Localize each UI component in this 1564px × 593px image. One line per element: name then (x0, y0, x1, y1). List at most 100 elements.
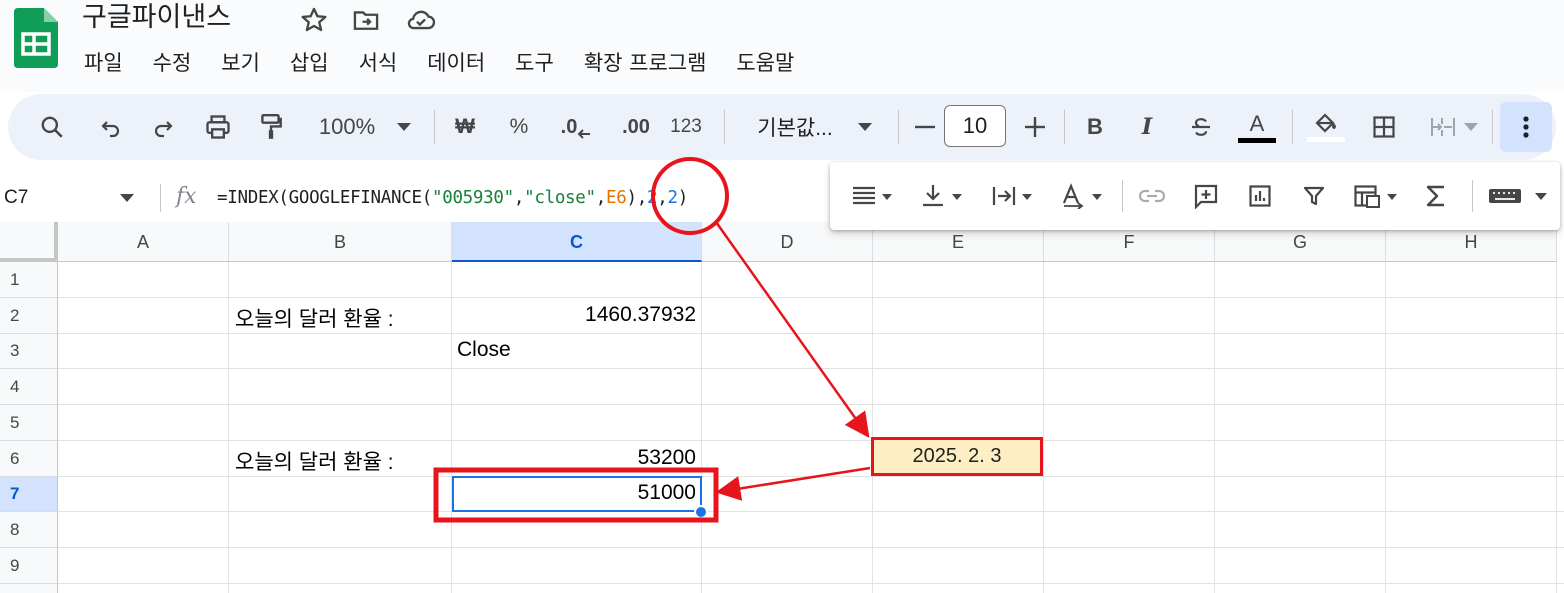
gridline (58, 440, 1564, 441)
toolbar-divider (1492, 110, 1493, 144)
gridline (58, 511, 1564, 512)
merge-cells-icon[interactable] (1422, 94, 1484, 160)
formula-number: 2 (667, 188, 678, 208)
filter-views-icon[interactable] (1346, 162, 1406, 230)
cell-c3[interactable]: Close (457, 338, 511, 362)
date-callout: 2025. 2. 3 (871, 437, 1043, 476)
toolbar-divider (434, 110, 435, 144)
column-header-c[interactable]: C (452, 222, 702, 262)
gridline (58, 476, 1564, 477)
select-all-corner[interactable] (0, 222, 58, 262)
toolbar-divider (898, 110, 899, 144)
row-header-10[interactable]: 10 (0, 584, 58, 593)
column-header-a[interactable]: A (58, 222, 229, 262)
font-caret-icon[interactable] (854, 94, 876, 160)
text-rotation-icon[interactable] (1052, 162, 1112, 230)
vertical-align-icon[interactable] (912, 162, 972, 230)
menu-insert[interactable]: 삽입 (290, 46, 329, 80)
spreadsheet-grid: A B C D E F G H 1 2 3 4 5 6 7 8 9 10 오늘의… (0, 222, 1564, 593)
menu-tools[interactable]: 도구 (515, 46, 554, 80)
decrease-decimals-label: .0 (560, 115, 578, 138)
functions-icon[interactable] (1418, 162, 1454, 230)
row-header-2[interactable]: 2 (0, 298, 58, 334)
menu-view[interactable]: 보기 (221, 46, 260, 80)
print-icon[interactable] (200, 94, 236, 160)
text-wrapping-icon[interactable] (982, 162, 1042, 230)
menu-data[interactable]: 데이터 (427, 46, 485, 80)
row-header-5[interactable]: 5 (0, 405, 58, 441)
gridline (58, 297, 1564, 298)
formula-input[interactable]: =INDEX(GOOGLEFINANCE("005930","close",E6… (217, 184, 688, 212)
fill-handle[interactable] (694, 505, 708, 519)
menu-edit[interactable]: 수정 (153, 46, 192, 80)
row-header-7[interactable]: 7 (0, 477, 58, 512)
sheets-logo-icon[interactable] (14, 8, 58, 68)
text-color-button[interactable]: A (1236, 94, 1278, 160)
gridline (58, 368, 1564, 369)
currency-format-button[interactable]: ₩ (450, 94, 480, 160)
formula-part: ) (677, 188, 689, 208)
insert-link-icon[interactable] (1132, 162, 1172, 230)
menu-file[interactable]: 파일 (84, 46, 123, 80)
cell-b2[interactable]: 오늘의 달러 환율 : (235, 303, 394, 333)
percent-format-button[interactable]: % (504, 94, 534, 160)
gridline (228, 262, 229, 593)
more-options-icon[interactable] (1500, 102, 1552, 152)
formula-number: 2 (646, 188, 658, 208)
row-header-9[interactable]: 9 (0, 548, 58, 584)
gridline (1556, 262, 1557, 593)
cell-c6[interactable]: 53200 (452, 446, 696, 470)
input-tools-icon[interactable] (1486, 162, 1552, 230)
italic-button[interactable]: I (1132, 94, 1162, 160)
insert-chart-icon[interactable] (1240, 162, 1280, 230)
decrease-decimals-button[interactable]: .0 (556, 94, 596, 160)
star-icon[interactable] (300, 6, 328, 34)
toolbar-divider (724, 110, 725, 144)
cell-c2[interactable]: 1460.37932 (452, 303, 696, 327)
font-family-select[interactable]: 기본값... (740, 94, 850, 160)
row-header-8[interactable]: 8 (0, 512, 58, 548)
row-header-4[interactable]: 4 (0, 369, 58, 405)
row-header-1[interactable]: 1 (0, 262, 58, 298)
search-menus-icon[interactable] (34, 94, 70, 160)
increase-decimals-button[interactable]: .00 (614, 94, 658, 160)
filter-icon[interactable] (1294, 162, 1334, 230)
undo-icon[interactable] (94, 94, 128, 160)
borders-icon[interactable] (1368, 94, 1400, 160)
formula-part: , (657, 188, 668, 208)
paint-bucket-icon (1315, 113, 1336, 133)
row-header-6[interactable]: 6 (0, 441, 58, 477)
insert-comment-icon[interactable] (1186, 162, 1226, 230)
formula-bar-divider (160, 184, 161, 212)
gridline (1043, 262, 1044, 593)
bold-button[interactable]: B (1080, 94, 1110, 160)
strikethrough-icon[interactable] (1184, 94, 1218, 160)
increase-font-size-icon[interactable] (1020, 94, 1050, 160)
gridline (1214, 262, 1215, 593)
redo-icon[interactable] (146, 94, 180, 160)
increase-decimals-label: .00 (622, 115, 650, 138)
paint-format-icon[interactable] (254, 94, 288, 160)
zoom-select[interactable]: 100% (308, 94, 386, 160)
font-size-input[interactable]: 10 (944, 105, 1006, 147)
document-title[interactable]: 구글파이낸스 (82, 0, 231, 36)
column-header-b[interactable]: B (229, 222, 452, 262)
cell-b6[interactable]: 오늘의 달러 환율 : (235, 446, 394, 476)
gridline (58, 333, 1564, 334)
menu-format[interactable]: 서식 (359, 46, 398, 80)
name-box-caret-icon[interactable] (120, 194, 134, 202)
text-color-letter: A (1249, 110, 1265, 136)
cloud-saved-icon[interactable] (406, 6, 436, 34)
app-header: 구글파이낸스 파일 수정 보기 삽입 서식 데이터 도구 확장 프로그램 도움말 (0, 0, 1564, 92)
menu-extensions[interactable]: 확장 프로그램 (584, 46, 707, 80)
decrease-font-size-icon[interactable] (910, 94, 940, 160)
menu-help[interactable]: 도움말 (736, 46, 794, 80)
zoom-caret-icon[interactable] (392, 94, 416, 160)
row-header-3[interactable]: 3 (0, 334, 58, 369)
fill-color-button[interactable] (1304, 94, 1348, 160)
number-format-button[interactable]: 123 (668, 94, 704, 160)
move-folder-icon[interactable] (352, 6, 380, 34)
horizontal-align-icon[interactable] (842, 162, 902, 230)
toolbar-divider (1064, 110, 1065, 144)
fx-icon: fx (176, 184, 197, 209)
